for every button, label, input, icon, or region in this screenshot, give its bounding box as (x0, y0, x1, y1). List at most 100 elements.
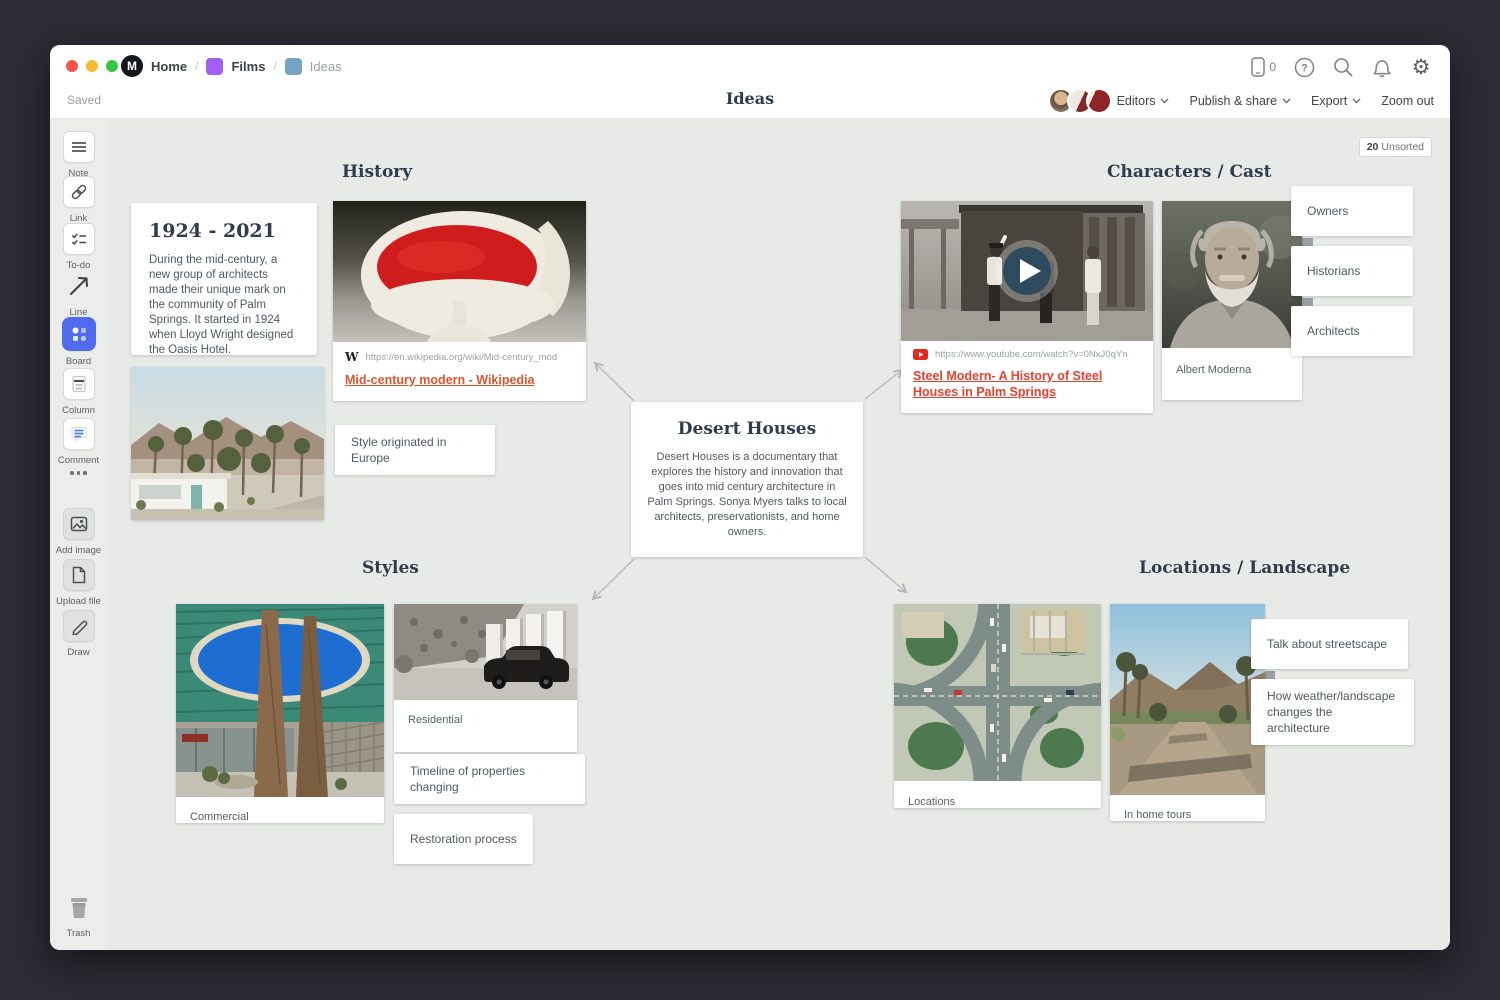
section-heading-history[interactable]: History (342, 162, 412, 182)
arrow-line-icon (67, 274, 91, 298)
commercial-image (176, 604, 384, 797)
aerial-image (894, 604, 1101, 781)
image-caption: Residential (394, 700, 577, 726)
chair-image (333, 201, 586, 342)
note-card-desert-houses[interactable]: Desert Houses Desert Houses is a documen… (631, 402, 863, 557)
tool-board[interactable]: Board (50, 317, 107, 367)
device-count: 0 (1269, 60, 1276, 74)
image-card-portrait[interactable]: Albert Moderna (1162, 201, 1302, 400)
image-caption: In home tours (1110, 795, 1265, 821)
tool-comment[interactable]: Comment (50, 418, 107, 466)
wikipedia-link[interactable]: Mid-century modern - Wikipedia (333, 366, 586, 401)
section-heading-styles[interactable]: Styles (362, 558, 419, 578)
image-card-commercial[interactable]: Commercial (176, 604, 384, 823)
avatar (1086, 88, 1112, 114)
image-card-palm-street[interactable] (131, 367, 324, 520)
maximize-window-button[interactable] (106, 60, 118, 72)
chevron-down-icon (1160, 98, 1169, 104)
link-card-youtube[interactable]: https://www.youtube.com/watch?v=0NxJ0qYn… (901, 201, 1153, 413)
tool-column[interactable]: Column (50, 368, 107, 416)
image-card-inhome[interactable]: In home tours (1110, 604, 1265, 821)
chevron-down-icon (1282, 98, 1291, 104)
ideas-board-icon[interactable] (285, 58, 302, 75)
tool-link[interactable]: Link (50, 176, 107, 224)
gear-icon: ⚙ (1412, 57, 1431, 78)
section-heading-characters[interactable]: Characters / Cast (1107, 162, 1271, 182)
youtube-link[interactable]: Steel Modern- A History of Steel Houses … (901, 362, 1153, 413)
note-card-restoration[interactable]: Restoration process (394, 814, 533, 864)
search-button[interactable] (1332, 56, 1354, 78)
tool-sidebar: Note Link To-do Line Board Column Commen… (50, 118, 107, 950)
column-icon (70, 375, 88, 393)
export-menu[interactable]: Export (1311, 94, 1361, 108)
link-card-wikipedia[interactable]: W https://en.wikipedia.org/wiki/Mid-cent… (333, 201, 586, 401)
residential-image (394, 604, 577, 700)
tool-upload-file[interactable]: Upload file (50, 559, 107, 607)
palm-street-image (131, 367, 324, 520)
note-title: Desert Houses (647, 419, 847, 439)
note-icon (71, 139, 87, 155)
app-logo-icon[interactable]: M (121, 55, 143, 77)
svg-text:?: ? (1301, 62, 1308, 74)
note-card-streetscape[interactable]: Talk about streetscape (1251, 619, 1408, 669)
tool-note[interactable]: Note (50, 131, 107, 179)
breadcrumb-ideas[interactable]: Ideas (310, 59, 342, 74)
image-card-locations[interactable]: Locations (894, 604, 1101, 808)
zoom-out-button[interactable]: Zoom out (1381, 94, 1434, 108)
unsorted-label: Unsorted (1381, 141, 1424, 153)
breadcrumb-home[interactable]: Home (151, 59, 187, 74)
board-canvas[interactable]: 20Unsorted History 1924 - 2021 During th… (107, 118, 1450, 950)
tool-todo[interactable]: To-do (50, 223, 107, 271)
section-heading-locations[interactable]: Locations / Landscape (1139, 558, 1350, 578)
todo-icon (71, 231, 87, 247)
note-card-owners[interactable]: Owners (1291, 186, 1413, 236)
note-text: Owners (1307, 203, 1348, 219)
publish-share-menu[interactable]: Publish & share (1189, 94, 1291, 108)
bell-icon (1372, 57, 1392, 78)
note-text: Timeline of properties changing (410, 763, 569, 795)
tool-line[interactable]: Line (50, 270, 107, 318)
note-body: Desert Houses is a documentary that expl… (647, 450, 847, 540)
tool-draw[interactable]: Draw (50, 610, 107, 658)
image-card-residential[interactable]: Residential (394, 604, 577, 752)
more-dots-icon (64, 465, 94, 481)
note-text: Restoration process (410, 831, 517, 847)
tool-more[interactable] (50, 465, 107, 481)
editors-menu[interactable]: Editors (1048, 88, 1170, 114)
note-text: Historians (1307, 263, 1360, 279)
tool-trash[interactable]: Trash (50, 893, 107, 939)
note-card-europe[interactable]: Style originated in Europe (335, 425, 495, 475)
app-window: M Home / Films / Ideas 0 ? ⚙ (50, 45, 1450, 950)
breadcrumb-separator: / (273, 59, 276, 73)
editor-avatars (1048, 88, 1112, 114)
notifications-button[interactable] (1371, 56, 1393, 78)
settings-button[interactable]: ⚙ (1410, 56, 1432, 78)
editors-label: Editors (1117, 94, 1156, 108)
note-card-1924[interactable]: 1924 - 2021 During the mid-century, a ne… (131, 203, 317, 355)
help-icon: ? (1294, 57, 1315, 78)
publish-share-label: Publish & share (1189, 94, 1277, 108)
note-title: 1924 - 2021 (149, 220, 299, 242)
close-window-button[interactable] (66, 60, 78, 72)
note-text: Talk about streetscape (1267, 636, 1387, 652)
note-card-timeline[interactable]: Timeline of properties changing (394, 754, 585, 804)
minimize-window-button[interactable] (86, 60, 98, 72)
unsorted-count: 20 (1367, 141, 1379, 153)
unsorted-badge[interactable]: 20Unsorted (1359, 137, 1432, 157)
breadcrumb-films[interactable]: Films (231, 59, 265, 74)
phone-icon (1251, 57, 1265, 77)
note-text: How weather/landscape changes the archit… (1267, 688, 1398, 736)
note-body: During the mid-century, a new group of a… (149, 253, 299, 358)
note-card-architects[interactable]: Architects (1291, 306, 1413, 356)
image-caption: Locations (894, 781, 1101, 808)
films-board-icon[interactable] (206, 58, 223, 75)
note-card-historians[interactable]: Historians (1291, 246, 1413, 296)
tool-add-image[interactable]: Add image (50, 508, 107, 556)
note-card-weather[interactable]: How weather/landscape changes the archit… (1251, 679, 1414, 745)
device-preview-button[interactable]: 0 (1251, 56, 1276, 78)
chevron-down-icon (1352, 98, 1361, 104)
add-image-icon (70, 515, 88, 533)
zoom-out-label: Zoom out (1381, 94, 1434, 108)
breadcrumb-separator: / (195, 59, 198, 73)
help-button[interactable]: ? (1293, 56, 1315, 78)
